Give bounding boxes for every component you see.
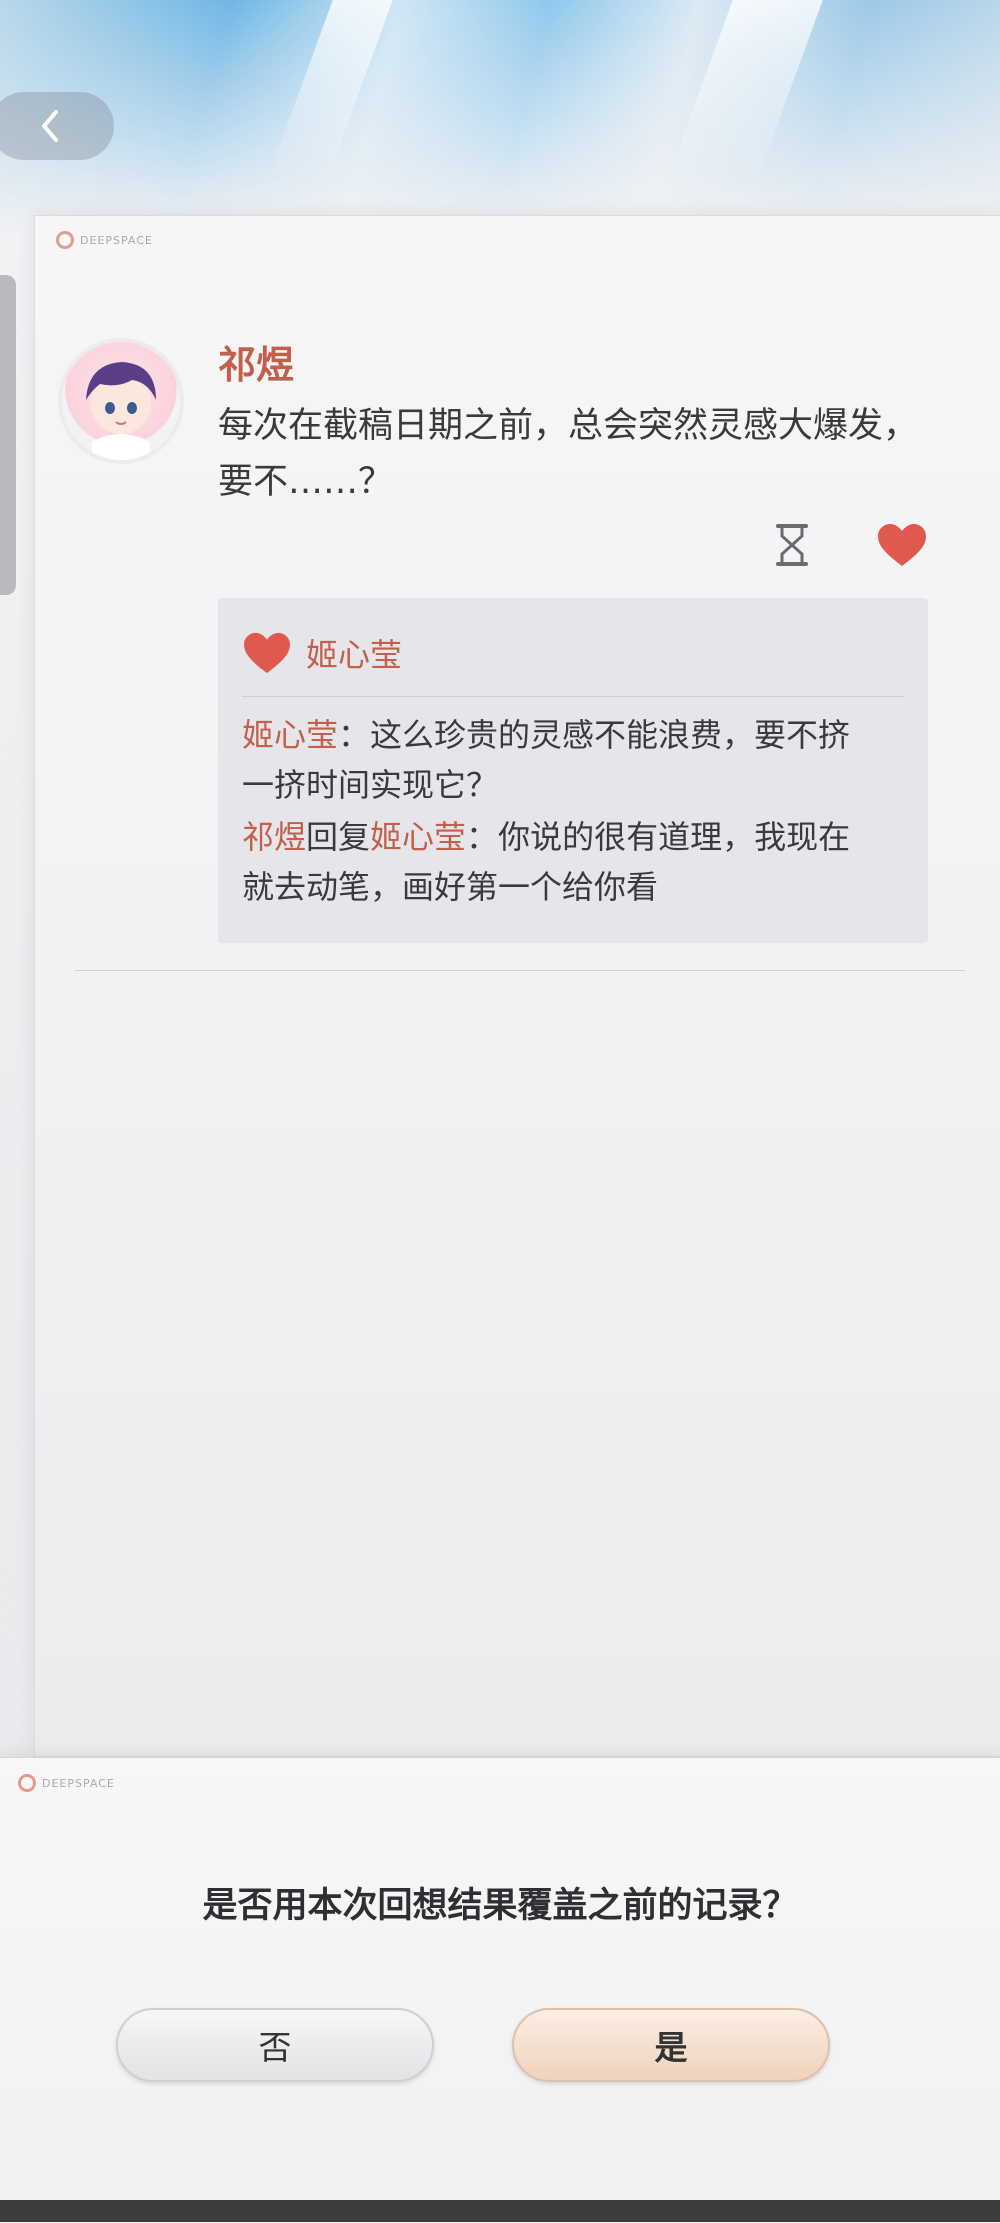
yes-button[interactable]: 是 [512, 2008, 830, 2082]
confirm-dialog [0, 1757, 1000, 2223]
brand-logo-icon [18, 1774, 36, 1792]
comment-item: 祁煜回复姬心莹：你说的很有道理，我现在就去动笔，画好第一个给你看 [242, 812, 882, 912]
bottom-bar [0, 2200, 1000, 2222]
dialog-question: 是否用本次回想结果覆盖之前的记录？ [202, 1885, 798, 1926]
comment-sep: ： [338, 716, 371, 754]
like-button[interactable] [876, 522, 928, 572]
brand-text: DEEPSPACE [42, 1776, 115, 1790]
hourglass-icon [776, 524, 808, 566]
reply-word: 回复 [306, 818, 371, 856]
comment-item: 姬心莹：这么珍贵的灵感不能浪费，要不挤一挤时间实现它？ [242, 710, 882, 810]
brand-logo-icon [56, 231, 74, 249]
light-streak [667, 0, 823, 180]
brand-text: DEEPSPACE [80, 233, 153, 247]
avatar-portrait [86, 362, 156, 460]
side-tab [0, 275, 16, 595]
heart-icon [244, 632, 290, 674]
brand-mark: DEEPSPACE [56, 231, 153, 249]
divider [242, 696, 904, 697]
comments-box: 姬心莹 姬心莹：这么珍贵的灵感不能浪费，要不挤一挤时间实现它？ 祁煜回复姬心莹：… [218, 598, 928, 943]
post-author-name[interactable]: 祁煜 [218, 334, 294, 389]
light-streak [267, 0, 393, 180]
comment-sep: ： [466, 818, 499, 856]
post-text: 每次在截稿日期之前，总会突然灵感大爆发，要不……？ [218, 406, 919, 502]
comment-author[interactable]: 姬心莹 [242, 716, 338, 754]
chevron-left-icon [42, 110, 58, 142]
likes-row: 姬心莹 [242, 630, 402, 676]
header-background [0, 0, 1000, 230]
heart-icon [878, 524, 926, 566]
liker-name[interactable]: 姬心莹 [306, 630, 402, 676]
hourglass-button[interactable] [772, 522, 812, 572]
post-divider [75, 970, 965, 971]
reply-to-name[interactable]: 姬心莹 [370, 818, 466, 856]
dialog-brand-mark: DEEPSPACE [18, 1774, 115, 1792]
no-button[interactable]: 否 [116, 2008, 434, 2082]
comment-author[interactable]: 祁煜 [242, 818, 306, 856]
avatar[interactable] [58, 338, 184, 464]
back-button[interactable] [0, 92, 114, 160]
